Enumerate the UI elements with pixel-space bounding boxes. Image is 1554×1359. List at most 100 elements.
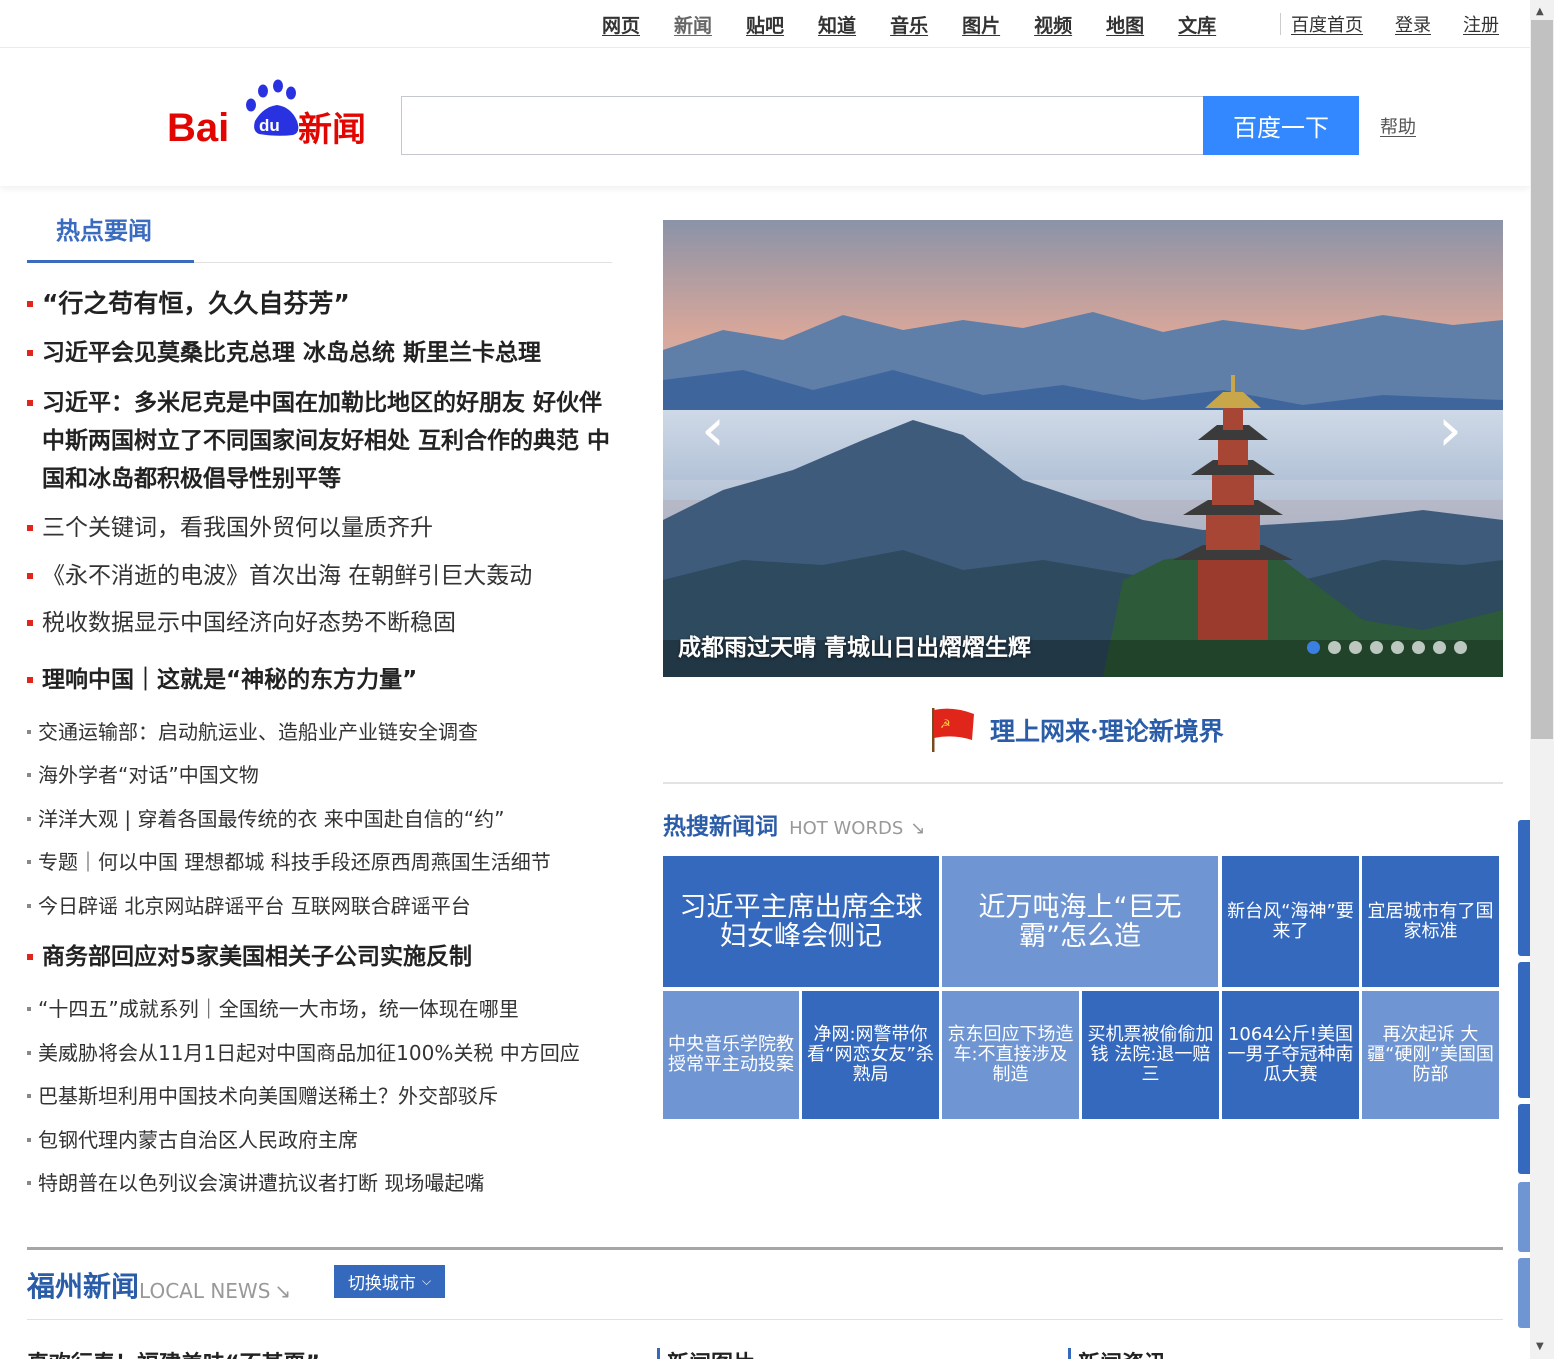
news-item[interactable]: 税收数据显示中国经济向好态势不断稳固 [27,604,612,642]
svg-text:Bai: Bai [167,106,229,147]
news-carousel[interactable]: ‹ › 成都雨过天晴 青城山日出熠熠生辉 [663,220,1503,677]
theory-label[interactable]: 理上网来·理论新境界 [990,712,1224,748]
arrow-down-right-icon: ↘ [274,1279,292,1303]
news-item[interactable]: 海外学者“对话”中国文物 [27,760,612,790]
news-photos-section[interactable]: 新闻图片 [667,1346,755,1359]
hotword-tile[interactable]: 京东回应下场造车:不直接涉及制造 [942,991,1079,1119]
nav-link-zhidao[interactable]: 知道 [818,11,856,38]
bullet [27,400,33,406]
login-link[interactable]: 登录 [1395,11,1431,37]
theory-banner[interactable]: ☭ 理上网来·理论新境界 [928,706,1224,754]
carousel-prev-button[interactable]: ‹ [701,400,725,460]
nav-link-web[interactable]: 网页 [602,11,640,38]
news-item[interactable]: 今日辟谣 北京网站辟谣平台 互联网联合辟谣平台 [27,891,612,921]
party-flag-icon: ☭ [932,708,974,752]
news-item[interactable]: 包钢代理内蒙古自治区人民政府主席 [27,1125,612,1155]
switch-city-label: 切换城市 [347,1274,416,1294]
hot-news-header: 热点要闻 [27,208,612,263]
bullet [27,773,31,777]
local-news-title: 福州新闻 [27,1270,140,1303]
hotword-tile[interactable]: 净网:网警带你看“网恋女友”杀熟局 [802,991,939,1119]
carousel-dot[interactable] [1328,641,1341,654]
news-item[interactable]: 《永不消逝的电波》首次出海 在朝鲜引巨大轰动 [27,557,612,595]
user-links: 百度首页 登录 注册 [1280,11,1499,37]
carousel-dot[interactable] [1307,641,1320,654]
scrollbar-thumb[interactable] [1531,20,1553,739]
bullet [27,904,31,908]
bullet [27,525,33,531]
section-marker [1068,1348,1071,1359]
bullet [27,1094,31,1098]
hotword-tile[interactable]: 宜居城市有了国家标准 [1362,856,1499,987]
hotword-tile[interactable]: 习近平主席出席全球妇女峰会侧记 [663,856,939,987]
local-headline[interactable]: 真欢行春！福建美味“不甚耍” [27,1346,320,1359]
carousel-next-button[interactable]: › [1438,400,1462,460]
nav-link-video[interactable]: 视频 [1034,11,1072,38]
hotword-tile[interactable]: 再次起诉 大疆“硬刚”美国国防部 [1362,991,1499,1119]
carousel-dot[interactable] [1370,641,1383,654]
divider [1280,13,1281,35]
hot-news-tab[interactable]: 热点要闻 [27,208,194,263]
register-link[interactable]: 注册 [1463,11,1499,37]
local-news-subtitle: LOCAL NEWS [139,1279,271,1303]
news-item[interactable]: “十四五”成就系列｜全国统一大市场，统一体现在哪里 [27,994,612,1024]
bullet [27,817,31,821]
carousel-dot[interactable] [1391,641,1404,654]
side-tab[interactable] [1518,1258,1530,1328]
news-headline[interactable]: 习近平会见莫桑比克总理 冰岛总统 斯里兰卡总理 [27,334,612,372]
baidu-home-link[interactable]: 百度首页 [1291,11,1363,37]
search-button[interactable]: 百度一下 [1203,96,1359,155]
hotword-tile[interactable]: 新台风“海神”要来了 [1222,856,1359,987]
nav-link-news[interactable]: 新闻 [674,11,712,38]
bullet [27,350,33,356]
scroll-up-icon[interactable]: ▲ [1536,6,1544,17]
news-item[interactable]: 三个关键词，看我国外贸何以量质齐升 [27,509,612,547]
bullet [27,573,33,579]
news-item[interactable]: 专题｜何以中国 理想都城 科技手段还原西周燕国生活细节 [27,847,612,877]
news-item[interactable]: 美威胁将会从11月1日起对中国商品加征100%关税 中方回应 [27,1038,612,1068]
product-links: 网页 新闻 贴吧 知道 音乐 图片 视频 地图 文库 [602,11,1250,38]
news-headline[interactable]: “行之苟有恒，久久自芬芳” [27,285,612,323]
news-headline[interactable]: 理响中国｜这就是“神秘的东方力量” [27,661,612,699]
hotword-tile[interactable]: 中央音乐学院教授常平主动投案 [663,991,799,1119]
bullet [27,730,31,734]
svg-text:☭: ☭ [940,717,951,731]
carousel-caption[interactable]: 成都雨过天晴 青城山日出熠熠生辉 [678,628,1031,662]
news-item[interactable]: 洋洋大观 | 穿着各国最传统的衣 来中国赴自信的“约” [27,804,612,834]
nav-link-map[interactable]: 地图 [1106,11,1144,38]
carousel-dot[interactable] [1349,641,1362,654]
nav-link-images[interactable]: 图片 [962,11,1000,38]
bullet [27,301,33,307]
side-tab[interactable] [1518,1182,1530,1252]
news-item[interactable]: 巴基斯坦利用中国技术向美国赠送稀土？外交部驳斥 [27,1081,612,1111]
carousel-dot[interactable] [1412,641,1425,654]
side-tab[interactable] [1518,820,1530,956]
help-link[interactable]: 帮助 [1380,113,1416,139]
side-tab[interactable] [1518,1104,1530,1174]
news-item[interactable]: 交通运输部：启动航运业、造船业产业链安全调查 [27,717,612,747]
divider [27,1319,1503,1320]
bullet [27,1051,31,1055]
svg-text:新闻: 新闻 [298,110,366,147]
hotword-tile[interactable]: 1064公斤!美国一男子夺冠种南瓜大赛 [1222,991,1359,1119]
side-tab[interactable] [1518,962,1530,1098]
section-marker [657,1348,660,1359]
scroll-down-icon[interactable]: ▼ [1536,1341,1544,1352]
carousel-image[interactable] [663,220,1503,677]
baidu-news-logo[interactable]: du Bai 新闻 [167,79,377,150]
hotword-tile[interactable]: 买机票被偷偷加钱 法院:退一赔三 [1082,991,1219,1119]
switch-city-button[interactable]: 切换城市 ⌵ [334,1265,445,1298]
search-header: du Bai 新闻 百度一下 帮助 [0,49,1530,186]
news-info-section[interactable]: 新闻资讯 [1078,1346,1166,1359]
carousel-dot[interactable] [1433,641,1446,654]
hotword-tile[interactable]: 近万吨海上“巨无霸”怎么造 [942,856,1218,987]
news-item[interactable]: 特朗普在以色列议会演讲遭抗议者打断 现场嘬起嘴 [27,1168,612,1198]
nav-link-tieba[interactable]: 贴吧 [746,11,784,38]
nav-link-music[interactable]: 音乐 [890,11,928,38]
svg-text:du: du [259,116,280,135]
news-headline[interactable]: 商务部回应对5家美国相关子公司实施反制 [27,938,612,976]
news-headline[interactable]: 习近平：多米尼克是中国在加勒比地区的好朋友 好伙伴 中斯两国树立了不同国家间友好… [27,384,612,498]
nav-link-wenku[interactable]: 文库 [1178,11,1216,38]
carousel-dot[interactable] [1454,641,1467,654]
search-input[interactable] [401,96,1203,155]
